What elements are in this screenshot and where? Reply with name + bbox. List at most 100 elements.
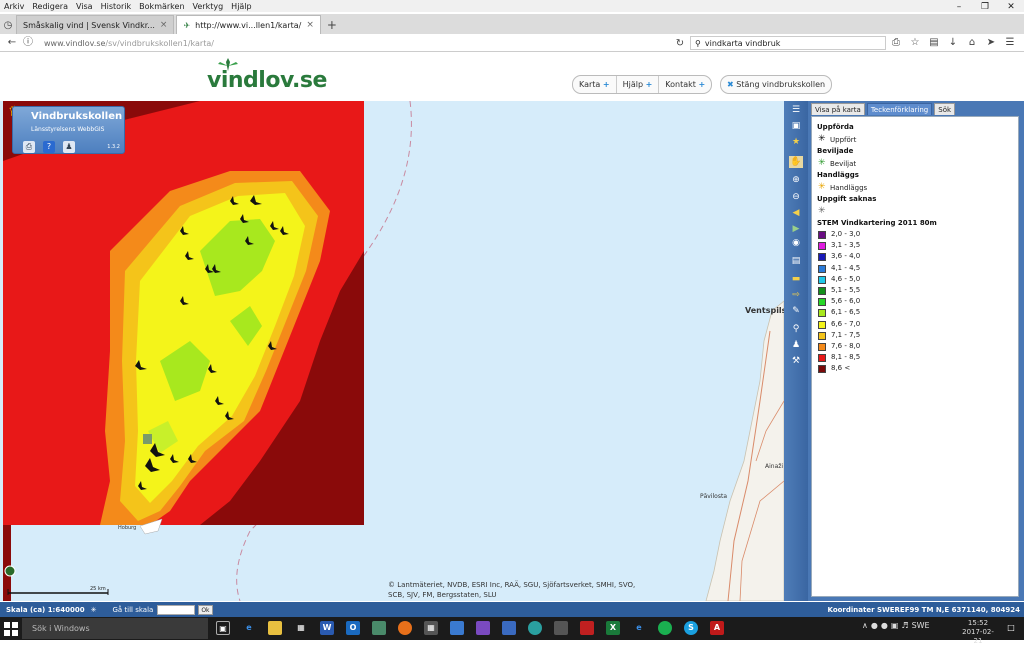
pan-hand-icon[interactable]: ✋	[789, 156, 803, 168]
download-icon[interactable]: ↓	[945, 36, 961, 50]
restore-icon[interactable]: ❐	[972, 0, 998, 14]
firefox-icon[interactable]	[398, 621, 412, 635]
edge-icon[interactable]: e	[632, 621, 646, 635]
app-icon[interactable]	[554, 621, 568, 635]
place-ainazi: Ainaži	[765, 463, 784, 470]
nav-karta[interactable]: Karta +	[573, 76, 617, 93]
skype-icon[interactable]: S	[684, 621, 698, 635]
app-icon[interactable]	[502, 621, 516, 635]
outlook-icon[interactable]: O	[346, 621, 360, 635]
app-icon[interactable]	[450, 621, 464, 635]
tray-icon[interactable]: ●	[881, 621, 888, 630]
help-icon[interactable]: ?	[43, 141, 55, 153]
menu-item-arkiv[interactable]: Arkiv	[0, 2, 28, 11]
menu-item-bokmarken[interactable]: Bokmärken	[135, 2, 188, 11]
clipboard-icon[interactable]: ▤	[926, 36, 942, 50]
location-pin-icon[interactable]: ⚲	[789, 323, 803, 335]
document-icon[interactable]: ▤	[789, 255, 803, 267]
search-input[interactable]: ⚲ vindkarta vindbruk	[690, 36, 886, 50]
home-icon[interactable]: ⌂	[964, 36, 980, 50]
close-icon[interactable]: ✕	[998, 0, 1024, 14]
url-field[interactable]: www.vindlov.se/sv/vindbrukskollen1/karta…	[44, 37, 684, 50]
network-icon[interactable]: ▣	[891, 621, 899, 630]
spotify-icon[interactable]	[658, 621, 672, 635]
language-indicator[interactable]: SWE	[912, 621, 930, 630]
task-view-icon[interactable]: ▣	[216, 621, 230, 635]
app-icon[interactable]	[580, 621, 594, 635]
windows-search-input[interactable]: Sök i Windows	[22, 618, 208, 639]
zoom-in-icon[interactable]: ⊕	[789, 174, 803, 186]
close-icon[interactable]: ×	[306, 20, 314, 30]
excel-icon[interactable]: X	[606, 621, 620, 635]
close-icon[interactable]: ×	[160, 20, 168, 30]
tab-vindlov-karta[interactable]: ✈ http://www.vi...llen1/karta/ ×	[176, 15, 321, 34]
back-icon[interactable]: ←	[4, 35, 20, 51]
close-vindbrukskollen-button[interactable]: ✖ Stäng vindbrukskollen	[720, 75, 833, 94]
globe-icon[interactable]: ◉	[789, 237, 803, 249]
volume-icon[interactable]: ♬	[901, 621, 908, 630]
tab-visa-pa-karta[interactable]: Visa på karta	[811, 103, 865, 115]
tab-smaskalig-vind[interactable]: Småskalig vind | Svensk Vindkr... ×	[16, 15, 175, 34]
bookmark-star-icon[interactable]: ☆	[907, 36, 923, 50]
new-tab-button[interactable]: +	[323, 16, 341, 34]
acrobat-icon[interactable]: A	[710, 621, 724, 635]
scale-tool-icon[interactable]: ✳	[91, 606, 97, 614]
clock[interactable]: 15:52 2017-02-21	[958, 619, 998, 646]
send-icon[interactable]: ➤	[983, 36, 999, 50]
menu-item-verktyg[interactable]: Verktyg	[189, 2, 228, 11]
menu-item-visa[interactable]: Visa	[72, 2, 97, 11]
legend-swatch-label: 4,6 - 5,0	[831, 274, 861, 283]
minimize-icon[interactable]: –	[946, 0, 972, 14]
edge-icon[interactable]: e	[242, 621, 256, 635]
tray-up-icon[interactable]: ∧	[862, 621, 868, 630]
nav-hjalp[interactable]: Hjälp +	[617, 76, 660, 93]
tab-teckenforklaring[interactable]: Teckenförklaring	[866, 103, 933, 115]
site-logo[interactable]: vindlov.se	[207, 68, 327, 93]
browser-toolbar: ⎙ ☆ ▤ ↓ ⌂ ➤ ☰	[888, 36, 1018, 50]
app-icon[interactable]	[528, 621, 542, 635]
scale-input[interactable]	[157, 604, 196, 615]
menu-item-redigera[interactable]: Redigera	[28, 2, 72, 11]
full-extent-icon[interactable]: ▣	[789, 120, 803, 132]
scale-bar: 25 km	[8, 586, 108, 597]
hamburger-menu-icon[interactable]: ☰	[1002, 36, 1018, 50]
turbine-icon: ✳	[818, 158, 826, 168]
windows-start-icon[interactable]	[4, 622, 18, 636]
word-icon[interactable]: W	[320, 621, 334, 635]
tool-icon[interactable]: ⚒	[789, 355, 803, 367]
menu-item-historik[interactable]: Historik	[97, 2, 136, 11]
tray-icon[interactable]: ●	[871, 621, 878, 630]
map-canvas[interactable]: Ventspils Ainaži Pāvilosta Hoburg	[0, 101, 784, 601]
hamburger-menu-icon[interactable]: ☰	[789, 104, 803, 116]
next-extent-icon[interactable]: ▶	[789, 223, 803, 235]
legend-swatch-label: 6,6 - 7,0	[831, 319, 861, 328]
print-icon[interactable]: ⎙	[888, 36, 904, 50]
print-icon[interactable]: ⎙	[23, 141, 35, 153]
ok-button[interactable]: Ok	[198, 604, 213, 615]
calculator-icon[interactable]: ▦	[424, 621, 438, 635]
layer-icon[interactable]: ▬	[789, 273, 803, 285]
zoom-out-icon[interactable]: ⊖	[789, 191, 803, 203]
scale-readout: Skala (ca) 1:640000	[6, 605, 85, 614]
history-icon[interactable]: ◷	[0, 18, 16, 34]
place-hoburg: Hoburg	[118, 525, 137, 531]
store-icon[interactable]: ▦	[294, 621, 308, 635]
user-icon[interactable]: ♟	[63, 141, 75, 153]
legend-item: Handläggs	[830, 184, 868, 192]
measure-ruler-icon[interactable]: ✎	[789, 305, 803, 317]
app-icon[interactable]	[476, 621, 490, 635]
file-explorer-icon[interactable]	[268, 621, 282, 635]
info-icon[interactable]: ⓘ	[20, 35, 36, 51]
favorite-star-icon[interactable]: ★	[789, 136, 803, 148]
legend-swatch-label: 4,1 - 4,5	[831, 263, 861, 272]
legend-swatch	[818, 242, 826, 251]
person-icon[interactable]: ♟	[789, 339, 803, 351]
previous-extent-icon[interactable]: ◀	[789, 207, 803, 219]
app-icon[interactable]	[372, 621, 386, 635]
menu-item-hjalp[interactable]: Hjälp	[227, 2, 255, 11]
tab-sok[interactable]: Sök	[934, 103, 956, 115]
reload-icon[interactable]: ↻	[672, 36, 688, 52]
nav-kontakt[interactable]: Kontakt +	[659, 76, 711, 93]
notification-icon[interactable]: □	[1004, 621, 1018, 635]
export-icon[interactable]: ⇨	[789, 289, 803, 301]
